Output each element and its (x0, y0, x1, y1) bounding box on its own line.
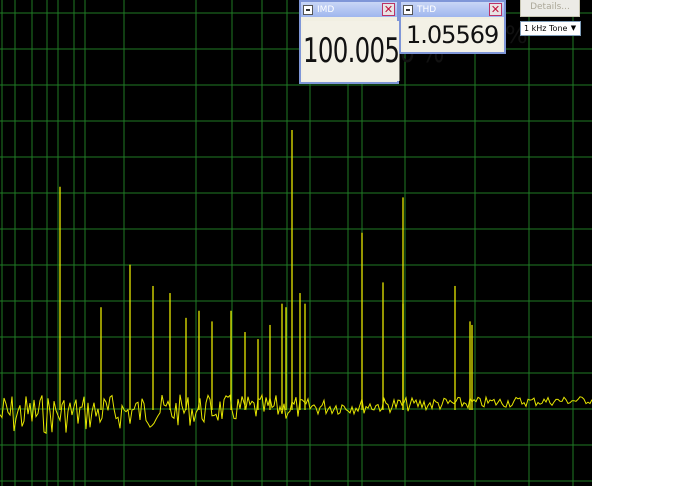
dropdown-arrow-icon[interactable]: ▼ (568, 23, 579, 34)
window-system-icon[interactable] (403, 4, 413, 15)
spectrum-plot (0, 0, 592, 486)
imd-title: IMD (317, 4, 335, 15)
signal-select[interactable]: 1 kHz Tone ▼ (520, 21, 581, 36)
thd-meter-window[interactable]: THD ✕ 1.05569 % (399, 0, 528, 54)
spectrum-graph (0, 0, 592, 486)
signal-select-value: 1 kHz Tone (524, 24, 568, 33)
harmonic-peaks (59, 130, 473, 410)
thd-title: THD (417, 4, 437, 15)
imd-title-bar[interactable]: IMD ✕ (301, 2, 397, 17)
imd-value: 100.0056 % (303, 21, 444, 81)
details-button[interactable]: Details... (520, 0, 580, 17)
noise-trace (0, 393, 592, 434)
imd-meter-window[interactable]: IMD ✕ 100.0056 % (299, 0, 444, 84)
close-icon[interactable]: ✕ (489, 3, 502, 16)
thd-value: 1.05569 % (403, 19, 528, 52)
close-icon[interactable]: ✕ (382, 3, 395, 16)
window-system-icon[interactable] (303, 4, 313, 15)
thd-title-bar[interactable]: THD ✕ (401, 2, 504, 17)
